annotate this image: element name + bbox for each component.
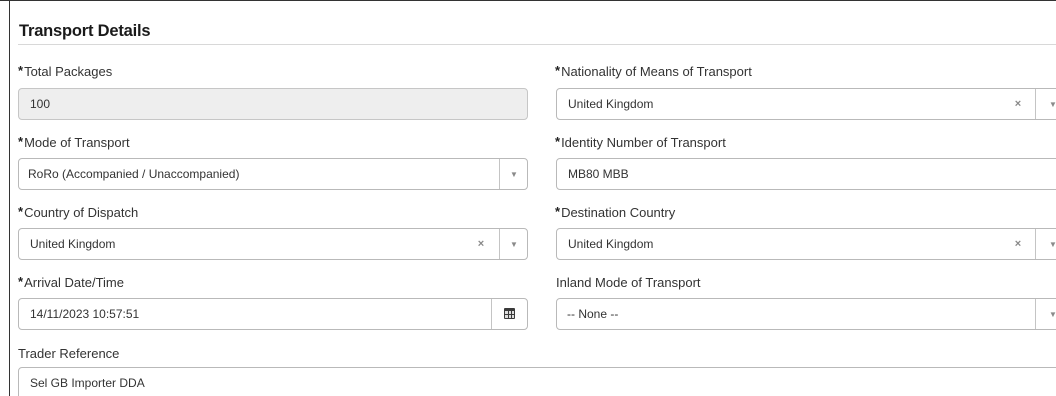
country-of-dispatch-select[interactable]: United Kingdom × ▼ [18, 228, 528, 260]
chevron-down-icon[interactable]: ▼ [1039, 229, 1056, 259]
total-packages-label-text: Total Packages [24, 64, 113, 79]
clear-icon[interactable]: × [472, 229, 490, 259]
nationality-value: United Kingdom [568, 97, 654, 111]
select-divider [1035, 89, 1036, 119]
trader-reference-label-text: Trader Reference [18, 346, 120, 361]
select-divider [1035, 229, 1036, 259]
nationality-select[interactable]: United Kingdom × ▼ [556, 88, 1056, 120]
country-of-dispatch-label-text: Country of Dispatch [24, 205, 139, 220]
mode-of-transport-label: *Mode of Transport [18, 134, 130, 150]
destination-country-label: *Destination Country [555, 204, 676, 220]
required-marker: * [555, 134, 561, 149]
destination-country-value: United Kingdom [568, 237, 654, 251]
inland-mode-value: -- None -- [567, 307, 619, 321]
arrival-datetime-input[interactable]: 14/11/2023 10:57:51 [18, 298, 528, 330]
title-divider [18, 44, 1056, 45]
required-marker: * [18, 274, 24, 289]
identity-number-label: *Identity Number of Transport [555, 134, 726, 150]
nationality-label-text: Nationality of Means of Transport [561, 64, 752, 79]
total-packages-value: 100 [30, 97, 51, 111]
required-marker: * [18, 134, 24, 149]
arrival-datetime-label-text: Arrival Date/Time [24, 275, 124, 290]
total-packages-label: *Total Packages [18, 63, 113, 79]
required-marker: * [18, 63, 24, 78]
chevron-down-icon[interactable]: ▼ [500, 159, 528, 189]
clear-icon[interactable]: × [1009, 229, 1027, 259]
identity-number-input[interactable]: MB80 MBB [556, 158, 1056, 190]
clear-icon[interactable]: × [1009, 89, 1027, 119]
mode-of-transport-label-text: Mode of Transport [24, 135, 130, 150]
country-of-dispatch-value: United Kingdom [30, 237, 116, 251]
inland-mode-label-text: Inland Mode of Transport [556, 275, 701, 290]
identity-number-label-text: Identity Number of Transport [561, 135, 726, 150]
panel-title: Transport Details [19, 22, 151, 40]
mode-of-transport-value: RoRo (Accompanied / Unaccompanied) [28, 167, 240, 181]
nationality-label: *Nationality of Means of Transport [555, 63, 752, 79]
select-divider [1035, 299, 1036, 329]
destination-country-label-text: Destination Country [561, 205, 676, 220]
destination-country-select[interactable]: United Kingdom × ▼ [556, 228, 1056, 260]
identity-number-value: MB80 MBB [568, 167, 629, 181]
transport-details-panel: Transport Details *Total Packages 100 *N… [10, 1, 1056, 396]
country-of-dispatch-label: *Country of Dispatch [18, 204, 139, 220]
chevron-down-icon[interactable]: ▼ [1039, 89, 1056, 119]
trader-reference-label: Trader Reference [18, 346, 119, 361]
mode-of-transport-select[interactable]: RoRo (Accompanied / Unaccompanied) ▼ [18, 158, 528, 190]
inland-mode-select[interactable]: -- None -- ▼ [556, 298, 1056, 330]
trader-reference-input[interactable]: Sel GB Importer DDA [18, 367, 1056, 396]
required-marker: * [18, 204, 24, 219]
arrival-datetime-value: 14/11/2023 10:57:51 [30, 307, 140, 321]
trader-reference-value: Sel GB Importer DDA [30, 376, 145, 390]
chevron-down-icon[interactable]: ▼ [500, 229, 528, 259]
total-packages-field[interactable]: 100 [18, 88, 528, 120]
inland-mode-label: Inland Mode of Transport [556, 275, 701, 290]
required-marker: * [555, 204, 561, 219]
arrival-datetime-label: *Arrival Date/Time [18, 274, 124, 290]
chevron-down-icon[interactable]: ▼ [1039, 299, 1056, 329]
required-marker: * [555, 63, 561, 78]
calendar-icon[interactable] [492, 299, 528, 329]
